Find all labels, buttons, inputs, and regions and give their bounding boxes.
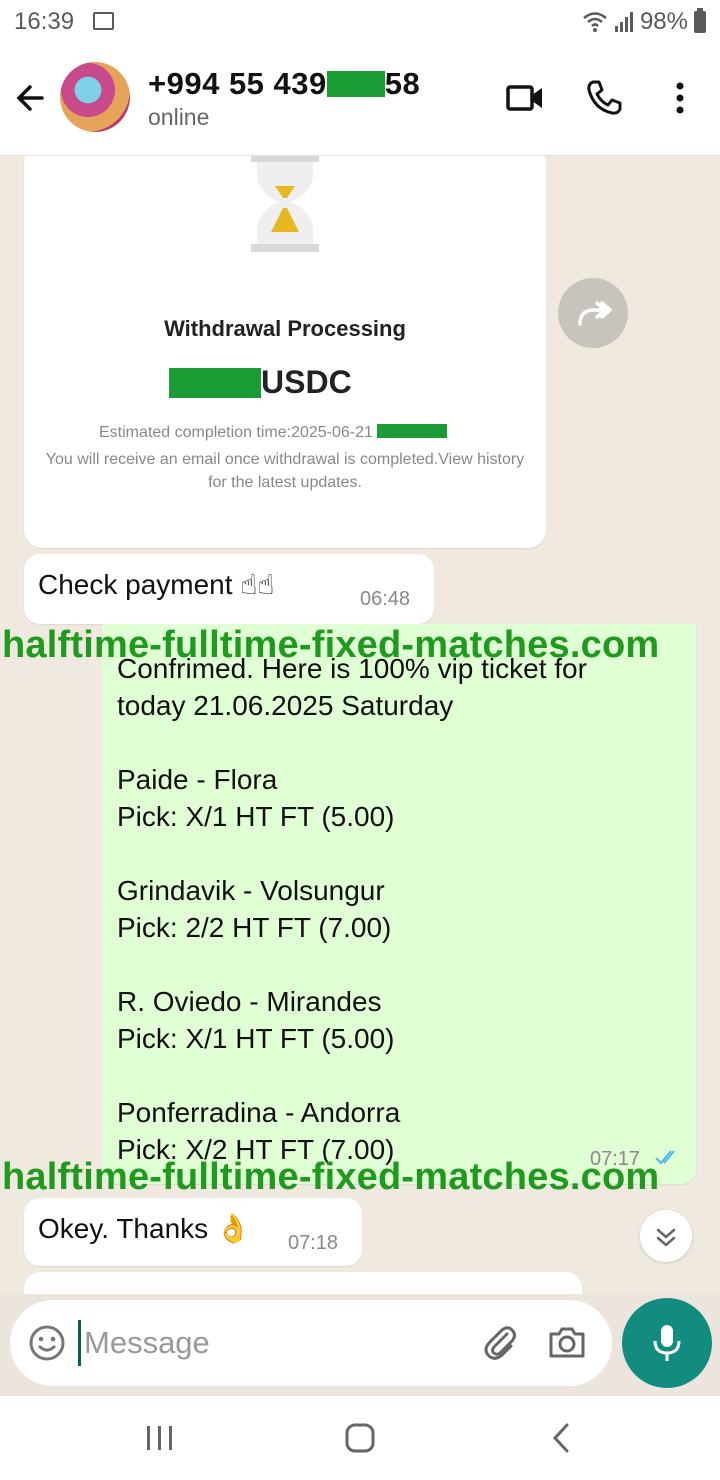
microphone-icon bbox=[653, 1325, 681, 1361]
incoming-message[interactable]: Check payment ☝☝ 06:48 bbox=[24, 554, 434, 624]
ticket-line: Pick: X/1 HT FT (5.00) bbox=[117, 1023, 395, 1054]
status-time: 16:39 bbox=[14, 8, 75, 35]
ticket-line: Pick: 2/2 HT FT (7.00) bbox=[117, 912, 392, 943]
battery-percent: 98% bbox=[639, 8, 688, 35]
withdrawal-amount: USDC bbox=[169, 364, 352, 401]
image-message[interactable]: Withdrawal Processing USDC Estimated com… bbox=[24, 156, 546, 548]
attach-icon[interactable] bbox=[480, 1322, 520, 1362]
estimate-text: Estimated completion time:2025-06-21 bbox=[99, 424, 373, 441]
forward-icon bbox=[578, 301, 612, 326]
status-bar: 16:39 98% bbox=[0, 0, 720, 44]
contact-name[interactable]: +994 55 439 58 bbox=[148, 66, 420, 102]
contact-avatar[interactable] bbox=[60, 62, 130, 132]
system-navigation-bar bbox=[0, 1396, 720, 1480]
signal-icon bbox=[614, 12, 633, 32]
chat-area[interactable]: Withdrawal Processing USDC Estimated com… bbox=[0, 156, 720, 1294]
status-right: 98% bbox=[582, 8, 706, 36]
gallery-notification-icon bbox=[93, 12, 114, 30]
back-nav-icon[interactable] bbox=[542, 1418, 582, 1458]
message-composer bbox=[10, 1300, 612, 1386]
watermark-text: halftime-fulltime-fixed-matches.com bbox=[2, 1156, 660, 1198]
voice-message-button[interactable] bbox=[622, 1298, 712, 1388]
forward-button[interactable] bbox=[558, 278, 628, 348]
redaction-block bbox=[376, 424, 447, 438]
ticket-line bbox=[117, 1057, 587, 1094]
ticket-text: Confrimed. Here is 100% vip ticket for t… bbox=[117, 650, 587, 1168]
phone-call-icon[interactable] bbox=[582, 76, 626, 120]
ticket-line: Ponferradina - Andorra bbox=[117, 1097, 401, 1128]
contact-suffix: 58 bbox=[384, 66, 421, 101]
contact-status: online bbox=[148, 104, 210, 130]
ticket-line: today 21.06.2025 Saturday bbox=[117, 690, 454, 721]
message-input[interactable] bbox=[84, 1318, 464, 1368]
text-cursor bbox=[78, 1320, 81, 1366]
amount-currency: USDC bbox=[261, 364, 352, 400]
home-icon[interactable] bbox=[340, 1418, 380, 1458]
message-text: Check payment ☝☝ bbox=[38, 569, 275, 600]
camera-icon[interactable] bbox=[546, 1322, 588, 1362]
ticket-line bbox=[117, 724, 587, 761]
double-chevron-down-icon bbox=[656, 1228, 676, 1247]
contact-prefix: +994 55 439 bbox=[148, 66, 327, 101]
message-time: 06:48 bbox=[360, 588, 411, 610]
video-call-icon[interactable] bbox=[504, 76, 548, 120]
ticket-line bbox=[117, 946, 587, 983]
redaction-block bbox=[169, 367, 261, 398]
ticket-line: Pick: X/1 HT FT (5.00) bbox=[117, 801, 395, 832]
recent-apps-icon[interactable] bbox=[140, 1418, 180, 1458]
outgoing-message[interactable]: Confrimed. Here is 100% vip ticket for t… bbox=[102, 624, 696, 1184]
more-options-icon[interactable] bbox=[658, 76, 702, 120]
withdrawal-title: Withdrawal Processing bbox=[164, 316, 406, 341]
hourglass-icon bbox=[251, 156, 319, 252]
withdrawal-estimate: Estimated completion time:2025-06-21 bbox=[99, 424, 447, 442]
ticket-line: Paide - Flora bbox=[117, 764, 278, 795]
ticket-line: R. Oviedo - Mirandes bbox=[117, 986, 382, 1017]
incoming-message-partial[interactable] bbox=[24, 1272, 582, 1294]
chat-header: +994 55 439 58 online bbox=[0, 44, 720, 156]
watermark-text: halftime-fulltime-fixed-matches.com bbox=[2, 624, 660, 666]
battery-icon bbox=[694, 8, 706, 33]
redaction-block bbox=[326, 71, 385, 97]
wifi-icon bbox=[583, 12, 607, 32]
message-text: Okey. Thanks 👌 bbox=[38, 1213, 251, 1244]
ticket-line: Grindavik - Volsungur bbox=[117, 875, 385, 906]
back-arrow-icon[interactable] bbox=[12, 80, 48, 116]
emoji-icon[interactable] bbox=[28, 1324, 66, 1362]
ticket-line bbox=[117, 835, 587, 872]
message-time: 07:18 bbox=[288, 1232, 339, 1254]
incoming-message[interactable]: Okey. Thanks 👌 07:18 bbox=[24, 1198, 362, 1266]
scroll-to-bottom-button[interactable] bbox=[640, 1210, 692, 1262]
withdrawal-note: You will receive an email once withdrawa… bbox=[45, 451, 525, 491]
